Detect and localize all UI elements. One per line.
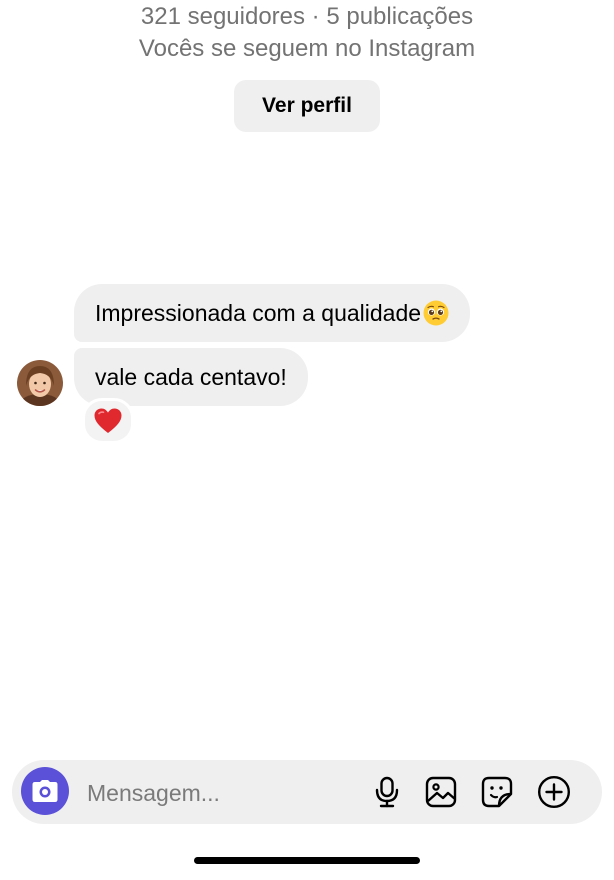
sticker-icon [481,776,513,808]
pleading-face-emoji [423,300,449,326]
gallery-button[interactable] [423,774,459,810]
message-text: Impressionada com a qualidade [95,300,422,326]
plus-icon [537,775,571,809]
message-composer [12,760,602,824]
message-input[interactable] [85,774,359,812]
gallery-icon [425,776,457,808]
message-text: vale cada centavo! [95,364,287,390]
profile-stats: 321 seguidores · 5 publicações [140,3,474,30]
message-bubble[interactable]: Impressionada com a qualidade [74,284,471,342]
reaction-badge[interactable] [82,398,134,444]
red-heart-icon [94,408,122,433]
profile-header: 321 seguidores · 5 publicações Vocês se … [0,0,614,65]
mutual-follow-note: Vocês se seguem no Instagram [138,35,476,62]
avatar[interactable] [17,360,63,406]
plus-button[interactable] [536,774,572,810]
microphone-button[interactable] [369,774,405,810]
view-profile-button[interactable]: Ver perfil [234,80,380,132]
dm-thread: 321 seguidores · 5 publicações Vocês se … [0,0,614,880]
camera-button[interactable] [21,767,69,815]
microphone-icon [375,776,399,808]
home-indicator [194,857,420,864]
camera-icon [32,780,58,802]
sticker-button[interactable] [479,774,515,810]
